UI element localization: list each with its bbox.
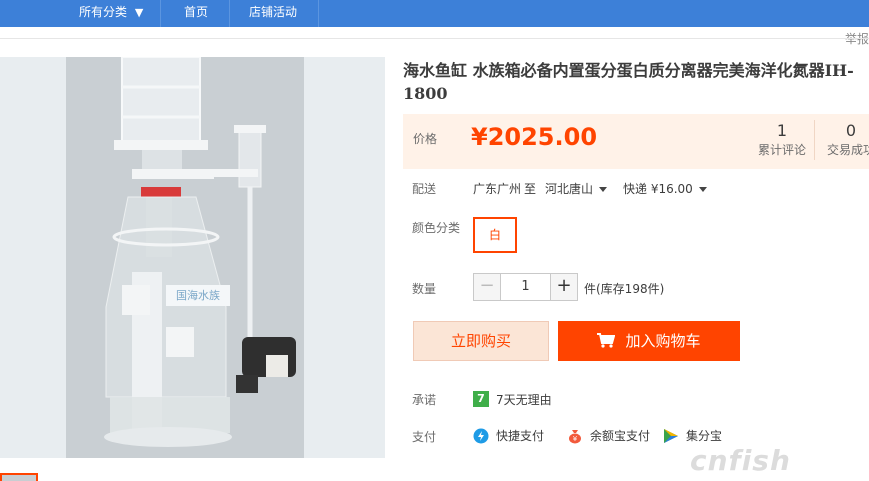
reviews-count: 1 [776, 121, 788, 140]
promise-label: 承诺 [412, 393, 437, 407]
svg-text:¥: ¥ [573, 435, 578, 443]
deals-count: 0 [845, 121, 857, 140]
header-divider [0, 38, 869, 39]
reviews-stat[interactable]: 1 累计评论 [755, 121, 809, 159]
ship-from: 广东广州 [473, 182, 522, 196]
shipping-label: 配送 [412, 182, 437, 196]
buy-now-button[interactable]: 立即购买 [413, 321, 549, 361]
quantity-input[interactable]: 1 [501, 273, 550, 301]
nav-all-categories[interactable]: 所有分类 ▼ [79, 0, 143, 27]
triangle-down-icon: ▼ [134, 6, 144, 19]
promise-text[interactable]: 7天无理由 [496, 391, 552, 408]
seven-day-return-icon: 7 [473, 391, 489, 407]
product-image-panel: 国海水族 [0, 57, 385, 458]
ship-to-selector[interactable]: 河北唐山 [545, 180, 608, 197]
payment-method-label: 快捷支付 [496, 429, 545, 443]
add-to-cart-button[interactable]: 加入购物车 [558, 321, 740, 361]
top-nav: 所有分类 ▼ 首页 店铺活动 [0, 0, 869, 27]
payment-method-label: 集分宝 [686, 429, 723, 443]
deals-stat: 0 交易成功 [823, 121, 869, 159]
payment-method-label: 余额宝支付 [590, 429, 651, 443]
price-label: 价格 [413, 132, 438, 146]
price-box: 价格 ¥2025.00 1 累计评论 0 交易成功 [403, 114, 869, 169]
payment-label: 支付 [412, 430, 437, 444]
chevron-down-icon [698, 187, 707, 192]
money-bag-icon: ¥ [569, 430, 581, 444]
add-to-cart-label: 加入购物车 [625, 332, 701, 350]
quantity-increase-button[interactable]: + [550, 273, 578, 301]
stat-divider [814, 120, 815, 160]
chevron-down-icon [599, 187, 608, 192]
ship-to-word: 至 [524, 182, 537, 196]
reviews-label: 累计评论 [757, 143, 806, 157]
deals-label: 交易成功 [826, 143, 869, 157]
nav-shop-activity[interactable]: 店铺活动 [249, 0, 297, 27]
lightning-icon [473, 428, 489, 444]
nav-divider [229, 0, 230, 27]
nav-all-categories-label: 所有分类 [79, 5, 128, 19]
protein-skimmer-illustration [66, 57, 304, 458]
nav-divider [318, 0, 319, 27]
price-value: ¥2025.00 [471, 123, 598, 151]
color-label: 颜色分类 [412, 221, 461, 235]
nav-home[interactable]: 首页 [184, 0, 208, 27]
product-title: 海水鱼缸 水族箱必备内置蛋分蛋白质分离器完美海洋化氮器IH-1800 [403, 61, 854, 103]
nav-divider [160, 0, 161, 27]
color-option-white[interactable]: 白 [473, 217, 517, 253]
play-triangle-icon [664, 429, 678, 443]
watermark-label: 国海水族 [166, 285, 230, 306]
cart-icon [597, 332, 616, 348]
ship-to-value: 河北唐山 [545, 182, 594, 196]
quantity-decrease-button[interactable]: − [473, 273, 501, 301]
product-photo[interactable]: 国海水族 [66, 57, 304, 458]
ship-method-selector[interactable]: 快递 ¥16.00 [623, 180, 707, 197]
site-watermark-logo: cnfish [690, 444, 791, 477]
thumbnail-selected[interactable] [0, 473, 38, 481]
stock-info: 件(库存198件) [584, 282, 665, 296]
ship-method-value: 快递 ¥16.00 [623, 182, 693, 196]
quantity-label: 数量 [412, 282, 437, 296]
